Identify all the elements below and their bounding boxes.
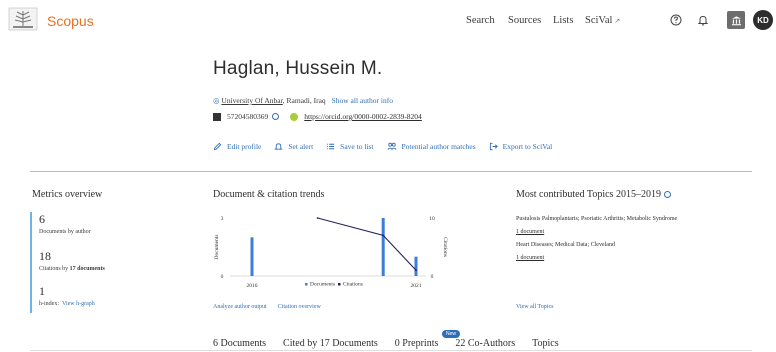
citations-point	[316, 217, 319, 219]
show-author-info-link[interactable]: Show all author info	[332, 96, 393, 105]
tabs-rule	[30, 350, 752, 351]
y-axis-label-citations: Citations	[442, 237, 448, 257]
export-icon	[489, 142, 498, 151]
topics-title: Most contributed Topics 2015–2019	[516, 189, 671, 200]
nav-lists[interactable]: Lists	[553, 15, 573, 26]
topic-name: Heart Diseases; Medical Data; Cleveland	[516, 242, 615, 248]
documents-bar	[381, 218, 385, 276]
h-index-label: h-index: View h-graph	[39, 301, 95, 307]
list-icon	[327, 143, 335, 150]
x-tick-label: 2021	[411, 283, 422, 289]
citation-overview-link[interactable]: Citation overview	[278, 304, 321, 310]
legend-documents-label: Documents	[310, 282, 335, 288]
metrics-title: Metrics overview	[32, 189, 103, 200]
profile-actions: Edit profile Set alert Save to list Pote…	[213, 142, 565, 151]
topics-title-text: Most contributed Topics 2015–2019	[516, 189, 661, 200]
h-index-value: 1	[39, 284, 45, 298]
top-bar: Scopus Search Sources Lists SciVal ↗ KD	[0, 0, 776, 46]
y-tick-label: 0	[221, 274, 224, 280]
scopus-logo[interactable]: Scopus	[47, 13, 94, 29]
legend-citations-swatch	[338, 283, 341, 286]
legend-citations-label: Citations	[343, 282, 363, 288]
user-avatar[interactable]: KD	[753, 10, 773, 30]
topic-documents-link[interactable]: 1 document	[516, 255, 544, 261]
citations-label: Citations by 17 documents	[39, 266, 105, 272]
orcid-icon	[290, 112, 299, 121]
view-all-topics-link[interactable]: View all Topics	[516, 304, 553, 310]
documents-bar	[414, 256, 418, 276]
nav-scival-label: SciVal	[585, 15, 613, 26]
y-tick-label: 0	[431, 274, 434, 280]
scopus-id: 57204580369	[227, 112, 269, 121]
documents-bar	[250, 237, 254, 276]
topic-documents-link[interactable]: 1 document	[516, 229, 544, 235]
legend-documents-swatch	[305, 283, 308, 286]
potential-author-matches-button[interactable]: Potential author matches	[386, 142, 476, 151]
metrics-box: 6 Documents by author 18 Citations by 17…	[30, 212, 196, 313]
chart-links: Analyze author output Citation overview	[213, 304, 332, 310]
topic-name: Pustulosis Palmoplantaris; Psoriatic Art…	[516, 216, 678, 222]
scopus-id-icon	[213, 112, 221, 121]
potential-author-matches-label: Potential author matches	[401, 142, 476, 151]
set-alert-button[interactable]: Set alert	[274, 142, 313, 151]
help-button[interactable]	[667, 11, 685, 29]
documents-label: Documents by author	[39, 229, 91, 235]
y-tick-label: 3	[221, 216, 224, 222]
h-index-label-text: h-index:	[39, 301, 59, 307]
institution-icon	[731, 15, 741, 25]
external-link-icon: ↗	[614, 17, 621, 25]
citations-count: 18	[39, 249, 51, 263]
y-tick-label: 10	[429, 216, 435, 222]
view-h-graph-link[interactable]: View h-graph	[62, 301, 95, 307]
notifications-button[interactable]	[694, 11, 712, 29]
save-to-list-label: Save to list	[340, 142, 374, 151]
affiliation-location: , Ramadi, Iraq	[282, 96, 326, 105]
document-citation-chart: Documents Citations 3 0 10 0 2016 2021 Documents…	[214, 216, 448, 289]
pencil-icon	[213, 142, 222, 151]
citations-documents-count: 17 documents	[69, 266, 105, 272]
bell-icon	[274, 143, 284, 150]
save-to-list-button[interactable]: Save to list	[326, 142, 374, 151]
trends-title: Document & citation trends	[213, 189, 325, 200]
author-ids-line: 57204580369 https://orcid.org/0000-0002-…	[213, 112, 422, 121]
citations-point	[382, 234, 385, 237]
orcid-link[interactable]: https://orcid.org/0000-0002-2839-8204	[304, 112, 422, 121]
edit-profile-label: Edit profile	[227, 142, 262, 151]
y-axis-label-documents: Documents	[214, 234, 220, 259]
analyze-author-output-link[interactable]: Analyze author output	[213, 304, 267, 310]
bell-icon	[697, 15, 709, 26]
export-to-scival-label: Export to SciVal	[502, 142, 553, 151]
info-icon[interactable]	[663, 191, 671, 199]
set-alert-label: Set alert	[288, 142, 314, 151]
citations-label-prefix: Citations by	[39, 266, 70, 272]
info-icon[interactable]	[272, 113, 280, 120]
nav-sources[interactable]: Sources	[508, 15, 541, 26]
documents-count: 6	[39, 212, 45, 226]
institution-button[interactable]	[727, 11, 745, 29]
nav-search[interactable]: Search	[466, 15, 495, 26]
metrics-overview: Metrics overview 6 Documents by author 1…	[30, 178, 196, 313]
author-name: Haglan, Hussein M.	[213, 58, 383, 79]
citations-line	[317, 217, 417, 271]
citations-point	[415, 269, 417, 272]
help-icon	[670, 14, 682, 26]
elsevier-logo-icon	[8, 7, 38, 31]
section-divider	[30, 171, 752, 172]
affiliation-link[interactable]: University Of Anbar	[221, 96, 282, 105]
affiliation-line: ◎ University Of Anbar, Ramadi, Iraq Show…	[213, 96, 393, 105]
nav-scival[interactable]: SciVal ↗	[585, 15, 620, 26]
export-to-scival-button[interactable]: Export to SciVal	[489, 142, 553, 151]
edit-profile-button[interactable]: Edit profile	[213, 142, 261, 151]
x-tick-label: 2016	[247, 283, 258, 289]
author-matches-icon	[386, 142, 397, 150]
new-badge: New	[442, 330, 461, 338]
